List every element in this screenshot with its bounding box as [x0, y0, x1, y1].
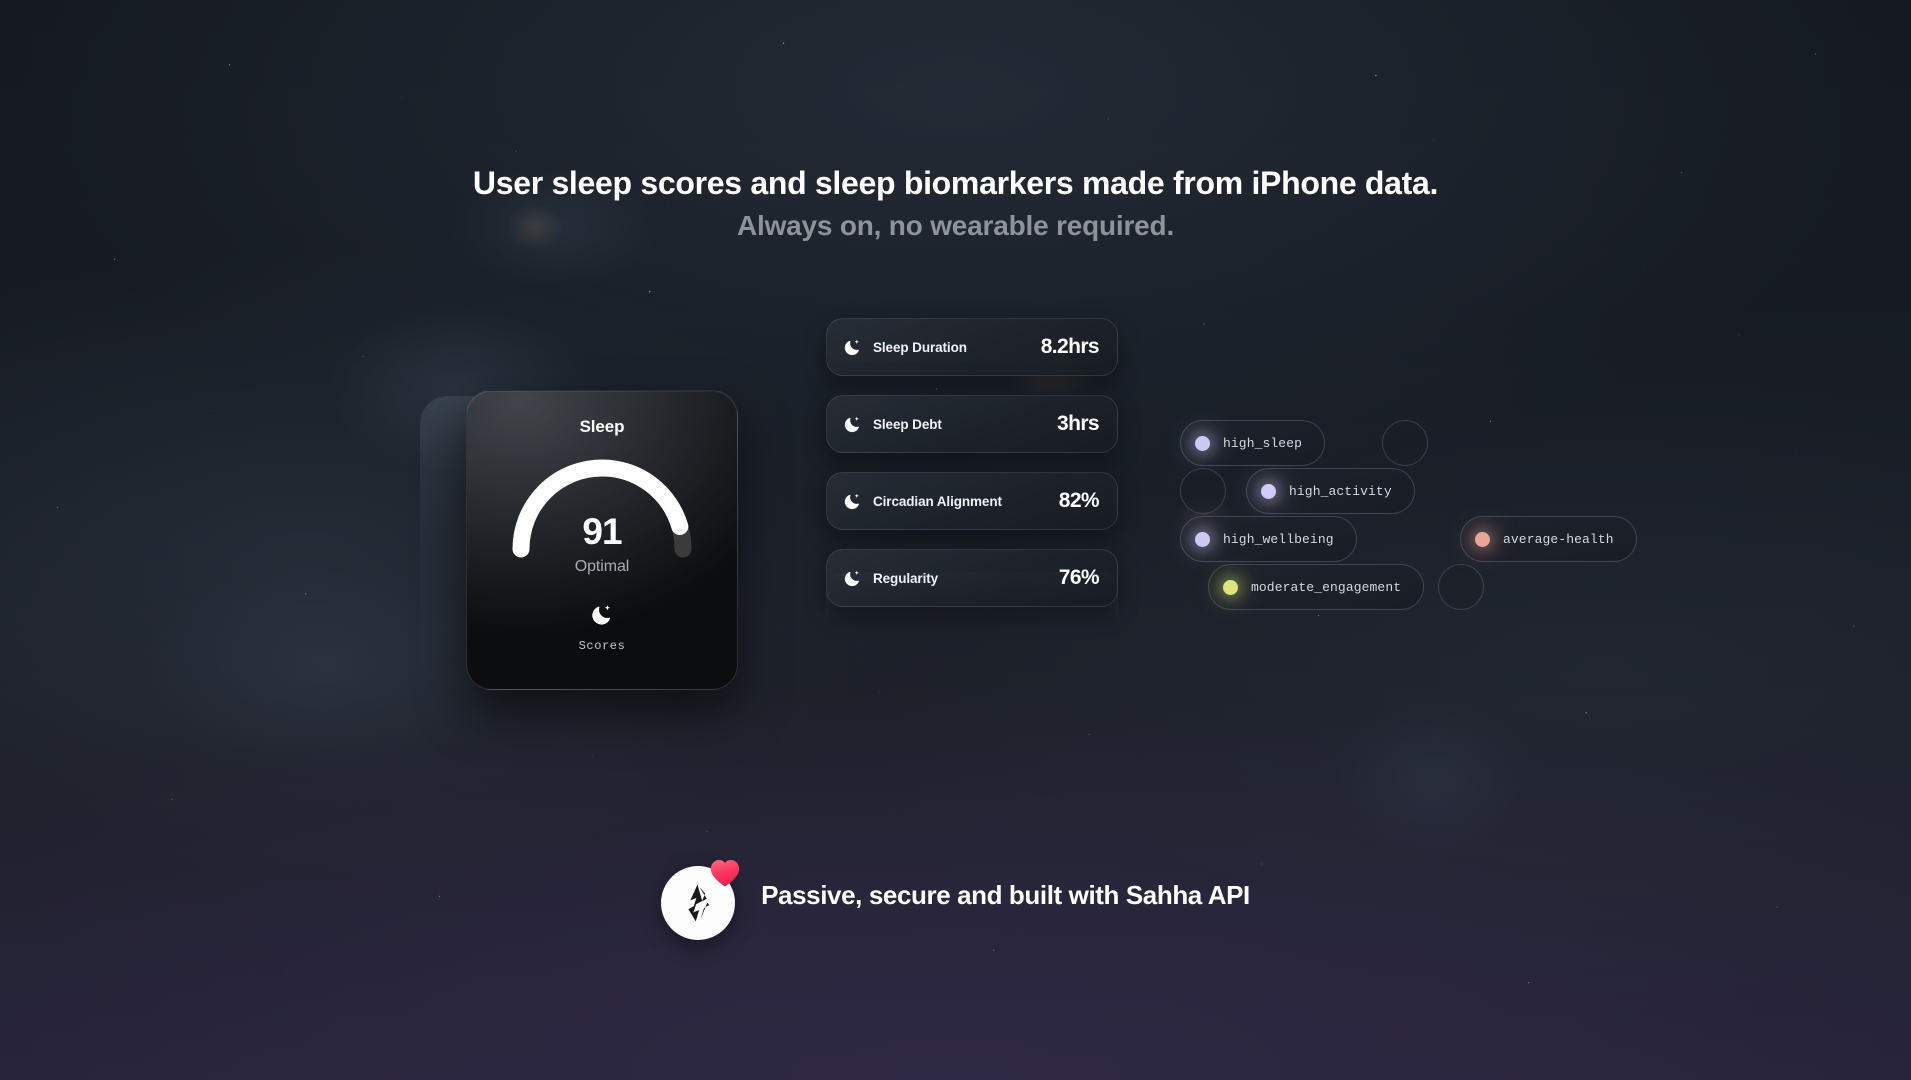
archetype-pill-cloud: high_sleep high_activity high_wellbeing ave… — [1180, 420, 1637, 620]
biomarker-value: 3hrs — [1057, 412, 1100, 435]
archetype-label: moderate_engagement — [1251, 579, 1402, 595]
footer-tagline: Passive, secure and built with Sahha API — [761, 879, 1250, 910]
logo-wrap — [661, 858, 740, 940]
score-value: 91 — [582, 511, 622, 552]
moon-sparkle-icon — [843, 338, 862, 357]
score-card-cluster: Sleep 91 Optimal Scores — [420, 390, 740, 690]
score-card-title: Sleep — [579, 417, 625, 436]
archetype-label: high_activity — [1289, 483, 1392, 499]
archetype-label: high_wellbeing — [1223, 531, 1334, 547]
archetype-pill[interactable]: high_activity — [1246, 468, 1415, 514]
archetype-label: high_sleep — [1223, 435, 1303, 451]
headline-primary: User sleep scores and sleep biomarkers m… — [472, 165, 1439, 201]
biomarker-value: 8.2hrs — [1040, 335, 1100, 358]
sleep-score-card[interactable]: Sleep 91 Optimal Scores — [466, 390, 738, 690]
archetype-dot-icon — [1261, 483, 1276, 499]
score-footer-label: Scores — [578, 639, 626, 653]
moon-sparkle-icon — [843, 492, 862, 511]
biomarker-list: Sleep Duration 8.2hrs Sleep Debt 3hrs Circad… — [826, 304, 1118, 738]
headline-block: User sleep scores and sleep biomarkers m… — [0, 165, 1911, 242]
archetype-label: average-health — [1503, 531, 1614, 547]
archetype-pill[interactable]: high_wellbeing — [1180, 516, 1357, 562]
heart-icon — [709, 858, 741, 888]
archetype-placeholder-circle[interactable] — [1438, 564, 1484, 610]
biomarker-label: Sleep Duration — [873, 339, 967, 355]
archetype-placeholder-circle[interactable] — [1180, 468, 1226, 514]
archetype-dot-icon — [1195, 435, 1210, 451]
score-state-label: Optimal — [574, 558, 630, 575]
moon-sparkle-icon — [843, 415, 862, 434]
archetype-pill[interactable]: high_sleep — [1180, 420, 1326, 466]
moon-sparkle-icon — [467, 603, 737, 632]
biomarker-value: 76% — [1058, 566, 1100, 589]
biomarker-row[interactable]: Sleep Duration 8.2hrs — [826, 318, 1118, 376]
biomarker-value: 82% — [1058, 489, 1100, 512]
biomarker-label: Circadian Alignment — [873, 493, 1002, 509]
archetype-dot-icon — [1195, 531, 1210, 547]
biomarker-row[interactable]: Sleep Debt 3hrs — [826, 395, 1118, 453]
archetype-dot-icon — [1475, 531, 1490, 547]
biomarker-label: Regularity — [873, 570, 939, 586]
archetype-placeholder-circle[interactable] — [1382, 420, 1428, 466]
biomarker-row[interactable]: Regularity 76% — [826, 549, 1118, 607]
archetype-pill[interactable]: average-health — [1460, 516, 1637, 562]
footer-block: Passive, secure and built with Sahha API — [0, 858, 1911, 940]
biomarker-row[interactable]: Circadian Alignment 82% — [826, 472, 1118, 530]
headline-secondary: Always on, no wearable required. — [736, 209, 1175, 241]
moon-sparkle-icon — [843, 569, 862, 588]
biomarker-label: Sleep Debt — [873, 416, 942, 432]
promo-screen: User sleep scores and sleep biomarkers m… — [0, 0, 1911, 1080]
archetype-dot-icon — [1223, 579, 1238, 595]
archetype-pill[interactable]: moderate_engagement — [1208, 564, 1425, 610]
